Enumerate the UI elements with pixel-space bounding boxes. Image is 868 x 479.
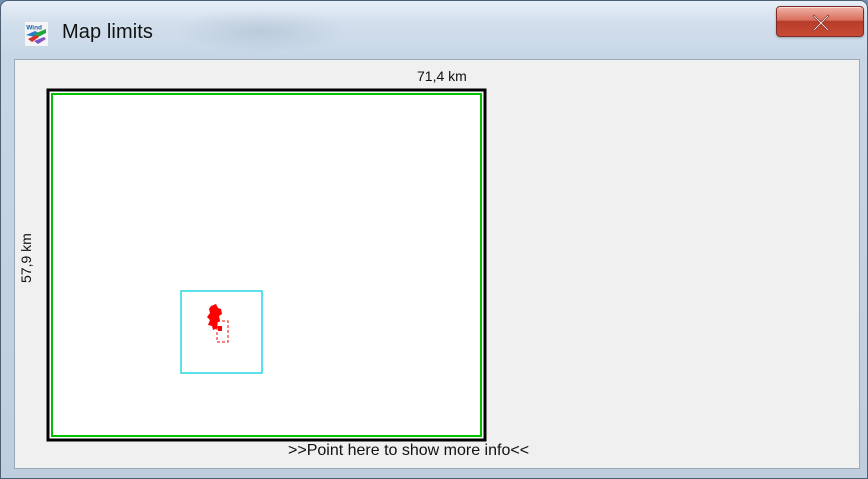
map-width-label: 71,4 km	[417, 68, 467, 84]
map-outer-frame	[46, 88, 487, 442]
map-limits-window: Wind Map limits 71,4 km 57,9 km >>Point …	[0, 0, 868, 479]
map-limits-panel: 71,4 km 57,9 km >>Point here to show mor…	[14, 59, 860, 469]
map-height-label: 57,9 km	[18, 233, 34, 283]
window-title: Map limits	[62, 21, 154, 43]
close-button[interactable]	[776, 6, 864, 37]
title-bar[interactable]: Wind Map limits	[1, 1, 867, 57]
map-preview[interactable]	[15, 60, 861, 470]
svg-text:Wind: Wind	[26, 24, 42, 31]
more-info-link[interactable]: >>Point here to show more info<<	[288, 442, 529, 460]
close-icon	[812, 14, 830, 31]
windpro-icon: Wind	[25, 22, 48, 46]
